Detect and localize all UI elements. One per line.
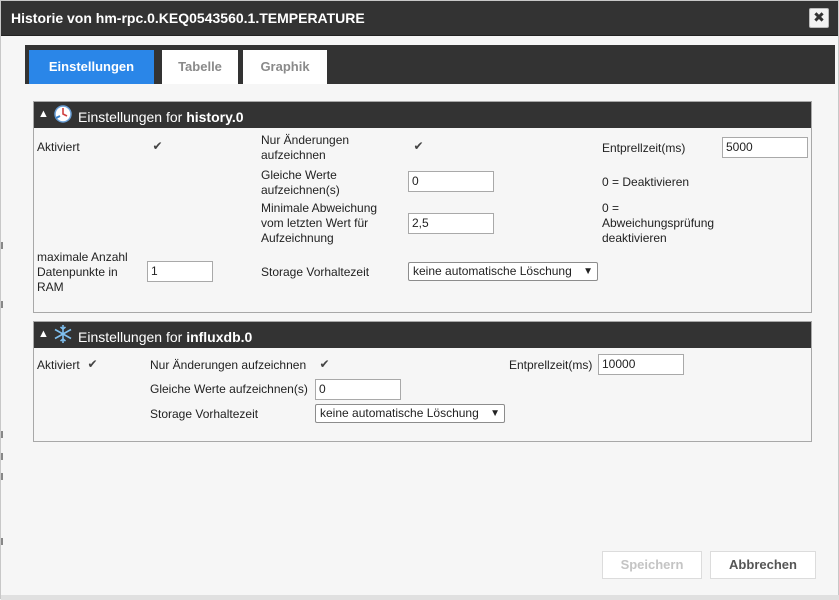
history-storage-select[interactable]: keine automatische Löschung ▼ [408,262,598,281]
collapse-arrow-icon[interactable]: ▲ [38,328,49,340]
edge-artifact [1,538,3,545]
close-button[interactable]: ✖ [809,8,829,28]
collapse-arrow-icon[interactable]: ▲ [38,108,49,120]
history-maxpoints-input[interactable]: 1 [147,261,213,282]
history-enabled-label: Aktiviert [37,140,80,154]
history-panel-title: Einstellungen for history.0 [78,109,244,125]
history-same-label-1: Gleiche Werte [261,168,337,182]
history-changes-label-1: Nur Änderungen [261,133,350,147]
history-enabled-checkbox[interactable]: ✔ [151,140,164,153]
influx-panel-header[interactable]: ▲ Einstellungen for influxdb.0 [34,322,811,348]
history-changes-checkbox[interactable]: ✔ [412,140,425,153]
edge-artifact [1,473,3,480]
history-panel-header[interactable]: ▲ Einstellungen for history.0 [34,102,811,128]
tab-einstellungen[interactable]: Einstellungen [29,50,154,84]
dialog-content: Einstellungen Tabelle Graphik ▲ Einstell… [25,45,835,545]
dropdown-arrow-icon: ▼ [490,408,500,419]
edge-artifact [1,242,3,249]
tab-bar: Einstellungen Tabelle Graphik [25,45,835,84]
influx-enabled-checkbox[interactable]: ✔ [86,358,99,371]
background-page-strip [1,595,839,600]
history-maxpoints-label-1: maximale Anzahl [37,250,128,264]
dialog-titlebar[interactable]: Historie von hm-rpc.0.KEQ0543560.1.TEMPE… [1,1,838,36]
history-mindev-label-3: Aufzeichnung [261,231,334,245]
history-dialog: Historie von hm-rpc.0.KEQ0543560.1.TEMPE… [0,0,839,600]
tab-graphik[interactable]: Graphik [243,50,327,84]
history-mindev-hint-3: deaktivieren [602,231,667,245]
influx-changes-label: Nur Änderungen aufzeichnen [150,358,307,372]
edge-artifact [1,431,3,438]
influx-debounce-input[interactable]: 10000 [598,354,684,375]
history-mindev-label-1: Minimale Abweichung [261,201,378,215]
edge-artifact [1,301,3,308]
influx-panel-title: Einstellungen for influxdb.0 [78,329,253,345]
save-button[interactable]: Speichern [602,551,702,579]
history-storage-label: Storage Vorhaltezeit [261,265,370,279]
history-same-input[interactable]: 0 [408,171,494,192]
history-same-label-2: aufzeichnen(s) [261,183,340,197]
history-mindev-hint-2: Abweichungsprüfung [602,216,715,230]
history-mindev-hint-1: 0 = [602,201,620,215]
cancel-button[interactable]: Abbrechen [710,551,816,579]
history-debounce-input[interactable]: 5000 [722,137,808,158]
influx-storage-select[interactable]: keine automatische Löschung ▼ [315,404,505,423]
influx-changes-checkbox[interactable]: ✔ [318,358,331,371]
history-panel: ▲ Einstellungen for history.0 Aktiviert … [33,101,812,313]
history-maxpoints-label-2: Datenpunkte in [37,265,118,279]
history-maxpoints-label-3: RAM [37,280,64,294]
influx-panel: ▲ Einstellungen for influxdb.0 Aktiviert… [33,321,812,442]
history-storage-value: keine automatische Löschung [413,264,572,278]
history-changes-label-2: aufzeichnen [261,148,326,162]
tab-tabelle[interactable]: Tabelle [162,50,238,84]
history-mindev-input[interactable]: 2,5 [408,213,494,234]
edge-artifact [1,453,3,460]
history-mindev-label-2: vom letzten Wert für [261,216,369,230]
influx-same-input[interactable]: 0 [315,379,401,400]
influx-debounce-label: Entprellzeit(ms) [509,358,593,372]
influx-storage-label: Storage Vorhaltezeit [150,407,259,421]
clock-icon [54,105,72,123]
snowflake-icon [54,325,72,343]
dropdown-arrow-icon: ▼ [583,266,593,277]
influx-storage-value: keine automatische Löschung [320,406,479,420]
history-debounce-label: Entprellzeit(ms) [602,141,686,155]
influx-same-label: Gleiche Werte aufzeichnen(s) [150,382,308,396]
dialog-title: Historie von hm-rpc.0.KEQ0543560.1.TEMPE… [11,10,365,26]
history-same-hint: 0 = Deaktivieren [602,175,690,189]
influx-enabled-label: Aktiviert [37,358,80,372]
close-icon: ✖ [813,9,825,25]
